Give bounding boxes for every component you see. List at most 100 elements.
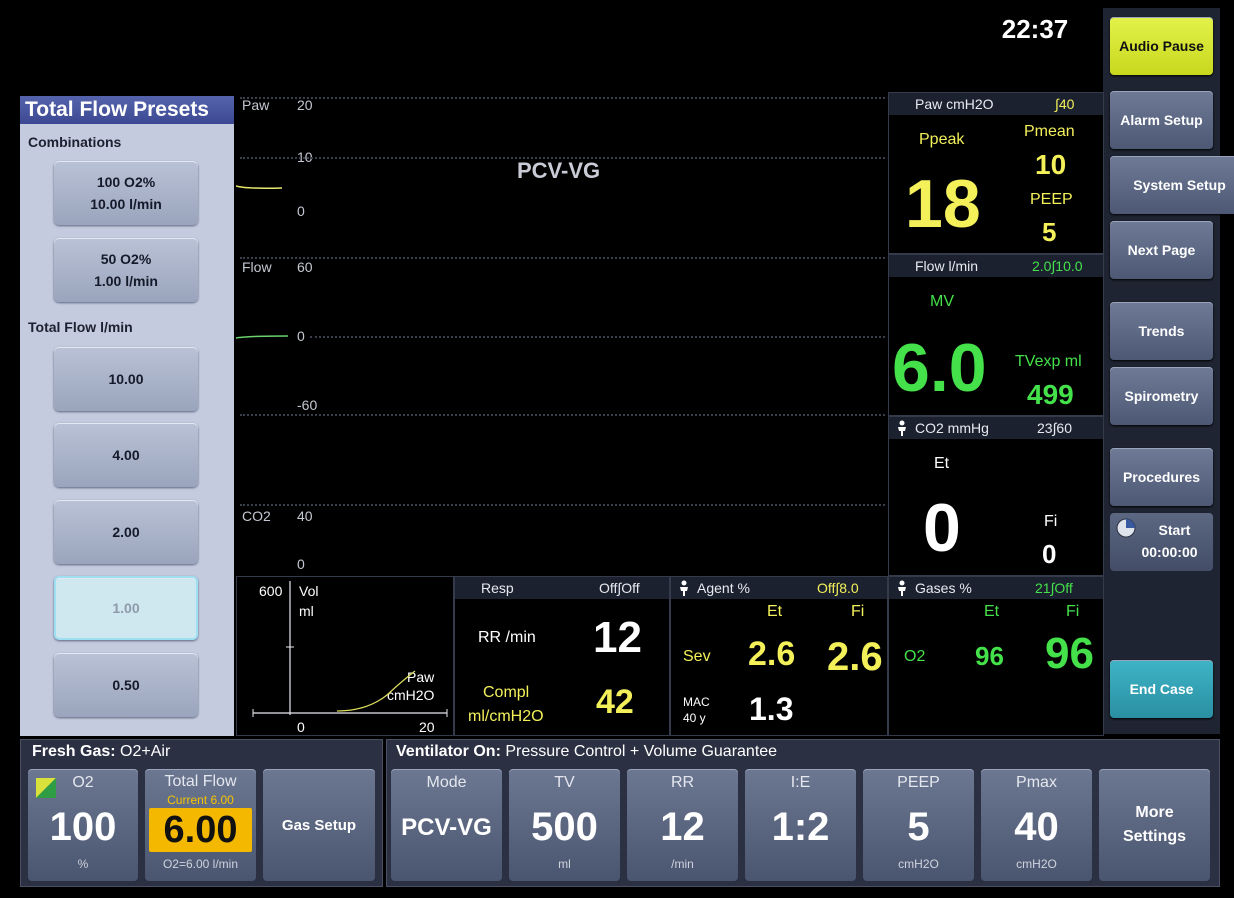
rr-value: 12 [593,613,642,662]
waveform-traces [236,185,289,339]
o2-tile-label: O2 [72,774,94,791]
ie-tile[interactable]: I:E 1:2 [745,769,856,881]
alarm-setup-button[interactable]: Alarm Setup [1110,91,1213,149]
ppeak-value: 18 [905,166,981,242]
spirometry-button[interactable]: Spirometry [1110,367,1213,425]
person-icon [898,420,906,436]
total-flow-current: Current 6.00 [167,793,234,807]
person-icon [898,580,906,596]
co2-panel-limit: 23∫60 [1037,420,1072,436]
gases-panel-header: Gases % 21∫Off [889,577,1103,599]
vent-mode-tile[interactable]: Mode PCV-VG [391,769,502,881]
flow-panel-title: Flow l/min [915,258,979,274]
paw-scale-bottom: 0 [297,203,305,219]
tv-tile[interactable]: TV 500 ml [509,769,620,881]
ventilator-title: Ventilator On: [396,743,501,760]
presets-title: Total Flow Presets [20,96,234,124]
ventilator-header: Ventilator On: Pressure Control + Volume… [396,743,777,761]
flow-scale-mid: 0 [297,328,305,344]
peep-tile[interactable]: PEEP 5 cmH2O [863,769,974,881]
paw-panel: Paw cmH2O ∫40 Ppeak 18 Pmean 10 PEEP 5 [888,92,1104,254]
preset-combo-1-button[interactable]: 100 O2% 10.00 l/min [54,161,198,225]
tvexp-label: TVexp ml [1015,353,1082,370]
preset-flow-1-button-selected[interactable]: 1.00 [54,576,198,640]
mv-value: 6.0 [892,330,987,406]
compl-unit: ml/cmH2O [468,708,544,725]
system-setup-button[interactable]: System Setup [1110,156,1234,214]
pv-loop-panel: 600 Vol ml Paw cmH2O 0 20 [236,576,454,736]
pmax-tile[interactable]: Pmax 40 cmH2O [981,769,1092,881]
co2-panel: CO2 mmHg 23∫60 Et 0 Fi 0 [888,416,1104,576]
total-flow-label: Total Flow l/min [28,319,133,335]
paw-trace [236,185,283,189]
mac-label: MAC [683,695,710,709]
gases-panel: Gases % 21∫Off Et Fi O2 96 96 [888,576,1104,736]
peep-setting-value: 5 [907,805,930,849]
co2-scale-top: 40 [297,508,313,524]
audio-pause-button[interactable]: Audio Pause [1110,17,1213,75]
gases-et-value: 96 [975,641,1004,671]
rr-setting-unit: /min [671,857,694,871]
co2-panel-header: CO2 mmHg 23∫60 [889,417,1103,439]
mac-age: 40 y [683,711,706,725]
preset-flow-4-button[interactable]: 4.00 [54,423,198,487]
next-page-button[interactable]: Next Page [1110,221,1213,279]
end-case-button[interactable]: End Case [1110,660,1213,718]
procedures-button[interactable]: Procedures [1110,448,1213,506]
tv-unit: ml [558,857,571,871]
more-settings-button[interactable]: More Settings [1099,769,1210,881]
trends-button[interactable]: Trends [1110,302,1213,360]
co2-et-value: 0 [923,490,961,566]
total-flow-o2: O2=6.00 l/min [162,857,239,871]
compl-value: 42 [596,683,634,721]
agent-fi-label: Fi [851,603,865,620]
co2-top-gridline [240,504,885,506]
preset-combo-2-flow: 1.00 l/min [94,273,158,289]
pmax-value: 40 [1014,805,1059,849]
gases-fi-label: Fi [1066,603,1080,620]
mv-label: MV [930,293,954,310]
gas-name: O2 [904,648,926,665]
ie-value: 1:2 [771,805,830,849]
clock-icon [1116,518,1136,538]
flow-panel-header: Flow l/min 2.0∫10.0 [889,255,1103,277]
o2-tile-unit: % [77,857,89,871]
preset-combo-2-o2: 50 O2% [100,251,152,267]
vent-mode-value: PCV-VG [401,814,492,841]
o2-tile[interactable]: O2 100 % [28,769,138,881]
pmax-unit: cmH2O [1016,857,1057,871]
gases-et-label: Et [984,603,1000,620]
rr-tile[interactable]: RR 12 /min [627,769,738,881]
agent-panel: Agent % Off∫8.0 Et Fi Sev 2.6 2.6 MAC 40… [670,576,888,736]
total-flow-tile-label: Total Flow [164,773,237,790]
paw-wave-label: Paw [242,97,270,113]
flow-panel-limit: 2.0∫10.0 [1032,258,1083,274]
timer-label: Start [1158,522,1191,538]
gases-panel-title: Gases % [915,580,972,596]
pmax-label: Pmax [1016,774,1057,791]
preset-flow-2-button[interactable]: 2.00 [54,500,198,564]
timer-value: 00:00:00 [1141,544,1198,560]
preset-combo-2-button[interactable]: 50 O2% 1.00 l/min [54,238,198,302]
gas-setup-button[interactable]: Gas Setup [263,769,375,881]
flow-panel: Flow l/min 2.0∫10.0 MV 6.0 TVexp ml 499 [888,254,1104,416]
agent-panel-header: Agent % Off∫8.0 [671,577,887,599]
paw-panel-title: Paw cmH2O [915,96,994,112]
fresh-gas-header: Fresh Gas: O2+Air [32,743,170,761]
preset-flow-10-button[interactable]: 10.00 [54,347,198,411]
total-flow-tile[interactable]: Total Flow Current 6.00 6.00 O2=6.00 l/m… [145,769,256,881]
peep-setting-label: PEEP [897,774,940,791]
mac-value: 1.3 [749,691,794,727]
compl-label: Compl [483,684,530,701]
agent-panel-title: Agent % [697,580,750,596]
total-flow-tile-value: 6.00 [149,808,252,852]
case-timer[interactable]: Start 00:00:00 [1110,513,1213,571]
combinations-label: Combinations [28,134,122,150]
pv-loop-plot [252,581,448,717]
co2-fi-label: Fi [1044,513,1058,530]
resp-panel-header: Resp Off∫Off [455,577,669,599]
tv-label: TV [554,774,575,791]
preset-flow-05-button[interactable]: 0.50 [54,653,198,717]
ie-label: I:E [790,774,811,791]
o2-tile-value: 100 [49,805,117,849]
